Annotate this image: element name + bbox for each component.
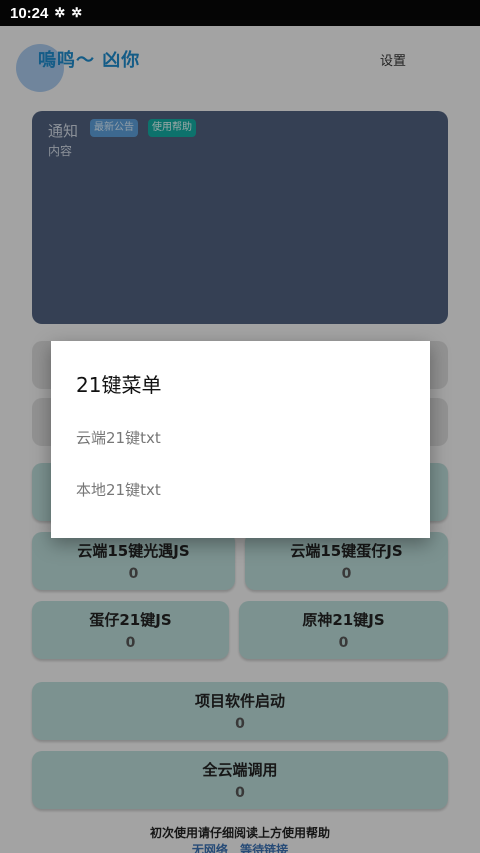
status-bar: 10:24 ✲ ✲ <box>0 0 480 26</box>
dialog-item-cloud21[interactable]: 云端21键txt <box>76 427 161 448</box>
bug-icon: ✲ <box>71 5 83 20</box>
dialog-item-local21[interactable]: 本地21键txt <box>76 479 161 500</box>
status-time: 10:24 <box>10 4 49 22</box>
dialog-title: 21键菜单 <box>76 373 162 397</box>
menu-dialog: 21键菜单 云端21键txt 本地21键txt <box>51 341 430 538</box>
bug-icon: ✲ <box>54 5 66 20</box>
